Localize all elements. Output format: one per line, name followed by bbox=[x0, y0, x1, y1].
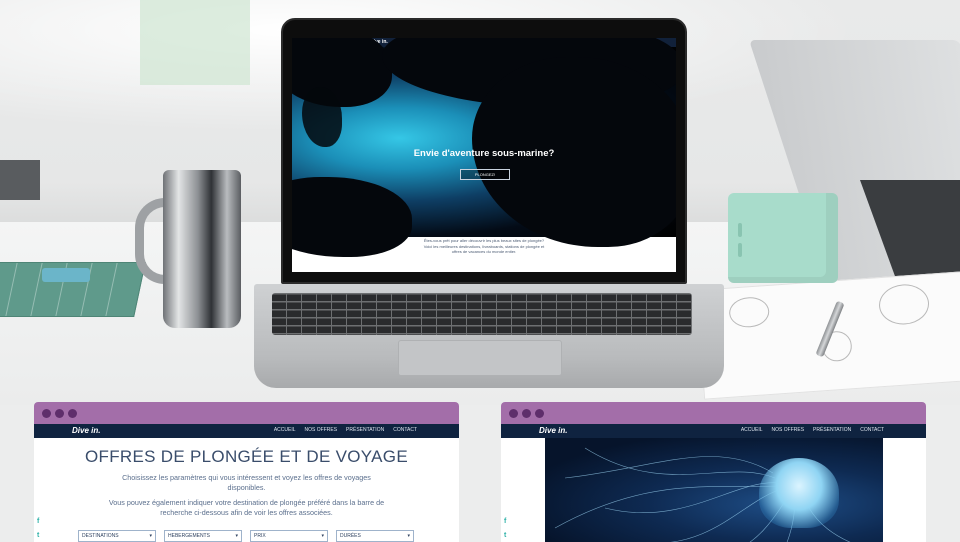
left-site-navbar: Dive in. ACCUEIL NOS OFFRES PRÉSENTATION… bbox=[34, 424, 459, 438]
twitter-icon[interactable]: t bbox=[37, 532, 39, 539]
nav-contact[interactable]: CONTACT bbox=[393, 427, 417, 433]
laptop-keyboard bbox=[272, 293, 692, 335]
offers-paragraph-2: Vous pouvez également indiquer votre des… bbox=[108, 498, 385, 517]
laptop-screen: Dive in. ACCUEIL NOS OFFRES PRÉSENTATION… bbox=[292, 38, 676, 272]
window-minimize-dot[interactable] bbox=[522, 408, 531, 418]
durees-select[interactable]: DURÉES ▾ bbox=[336, 530, 414, 542]
eraser bbox=[42, 268, 90, 282]
site-logo[interactable]: Dive in. bbox=[72, 426, 100, 435]
hebergements-select[interactable]: HEBERGEMENTS ▾ bbox=[164, 530, 242, 542]
filter-bar: DESTINATIONS ▾ HEBERGEMENTS ▾ PRIX ▾ DUR… bbox=[78, 530, 414, 542]
twitter-icon[interactable]: t bbox=[504, 532, 506, 539]
chevron-down-icon: ▾ bbox=[235, 533, 238, 539]
left-browser-titlebar bbox=[34, 402, 459, 424]
social-links: f t bbox=[504, 518, 506, 539]
window-close-dot[interactable] bbox=[509, 408, 518, 418]
chevron-down-icon: ▾ bbox=[321, 533, 324, 539]
window-minimize-dot[interactable] bbox=[55, 408, 64, 418]
window-maximize-dot[interactable] bbox=[535, 408, 544, 418]
screen-intro-line-3: offres de vacances du monde entier. bbox=[451, 249, 517, 255]
right-browser-window: Dive in. ACCUEIL NOS OFFRES PRÉSENTATION… bbox=[501, 402, 926, 542]
offers-paragraph-1: Choisissez les paramètres qui vous intér… bbox=[122, 473, 371, 492]
durees-select-label: DURÉES bbox=[340, 533, 361, 539]
steel-mug bbox=[135, 170, 243, 330]
nav-accueil[interactable]: ACCUEIL bbox=[741, 427, 763, 433]
chevron-down-icon: ▾ bbox=[407, 533, 410, 539]
facebook-icon[interactable]: f bbox=[504, 518, 506, 525]
screen-hero-title: Envie d'aventure sous-marine? bbox=[413, 148, 555, 159]
chevron-down-icon: ▾ bbox=[149, 533, 152, 539]
social-links: f t bbox=[37, 518, 39, 539]
prix-select-label: PRIX bbox=[254, 533, 266, 539]
background-plant bbox=[140, 0, 250, 85]
jellyfish-bell bbox=[759, 458, 839, 528]
right-site-navbar: Dive in. ACCUEIL NOS OFFRES PRÉSENTATION… bbox=[501, 424, 926, 438]
screen-intro-text: Êtes-vous prêt pour aller découvrir les … bbox=[292, 238, 676, 255]
left-keyboard-edge bbox=[0, 160, 40, 200]
destinations-select-label: DESTINATIONS bbox=[82, 533, 119, 539]
site-logo[interactable]: Dive in. bbox=[539, 426, 567, 435]
screen-hero-image bbox=[292, 38, 676, 257]
destinations-select[interactable]: DESTINATIONS ▾ bbox=[78, 530, 156, 542]
window-close-dot[interactable] bbox=[42, 408, 51, 418]
offers-description: Choisissez les paramètres qui vous intér… bbox=[104, 473, 389, 518]
nav-nos-offres[interactable]: NOS OFFRES bbox=[772, 427, 805, 433]
nav-accueil[interactable]: ACCUEIL bbox=[274, 427, 296, 433]
mint-speaker bbox=[728, 193, 838, 283]
nav-presentation[interactable]: PRÉSENTATION bbox=[346, 427, 384, 433]
prix-select[interactable]: PRIX ▾ bbox=[250, 530, 328, 542]
laptop-trackpad bbox=[398, 340, 562, 376]
screen-hero-button[interactable]: PLONGEZ! bbox=[460, 169, 510, 180]
nav-presentation[interactable]: PRÉSENTATION bbox=[813, 427, 851, 433]
left-browser-window: Dive in. ACCUEIL NOS OFFRES PRÉSENTATION… bbox=[34, 402, 459, 542]
jellyfish-hero-image bbox=[545, 438, 883, 542]
nav-nos-offres[interactable]: NOS OFFRES bbox=[305, 427, 338, 433]
offers-heading: OFFRES DE PLONGÉE ET DE VOYAGE bbox=[85, 447, 408, 466]
hebergements-select-label: HEBERGEMENTS bbox=[168, 533, 210, 539]
facebook-icon[interactable]: f bbox=[37, 518, 39, 525]
window-maximize-dot[interactable] bbox=[68, 408, 77, 418]
nav-contact[interactable]: CONTACT bbox=[860, 427, 884, 433]
right-browser-titlebar bbox=[501, 402, 926, 424]
desk-photo-scene: Dive in. ACCUEIL NOS OFFRES PRÉSENTATION… bbox=[0, 0, 960, 405]
